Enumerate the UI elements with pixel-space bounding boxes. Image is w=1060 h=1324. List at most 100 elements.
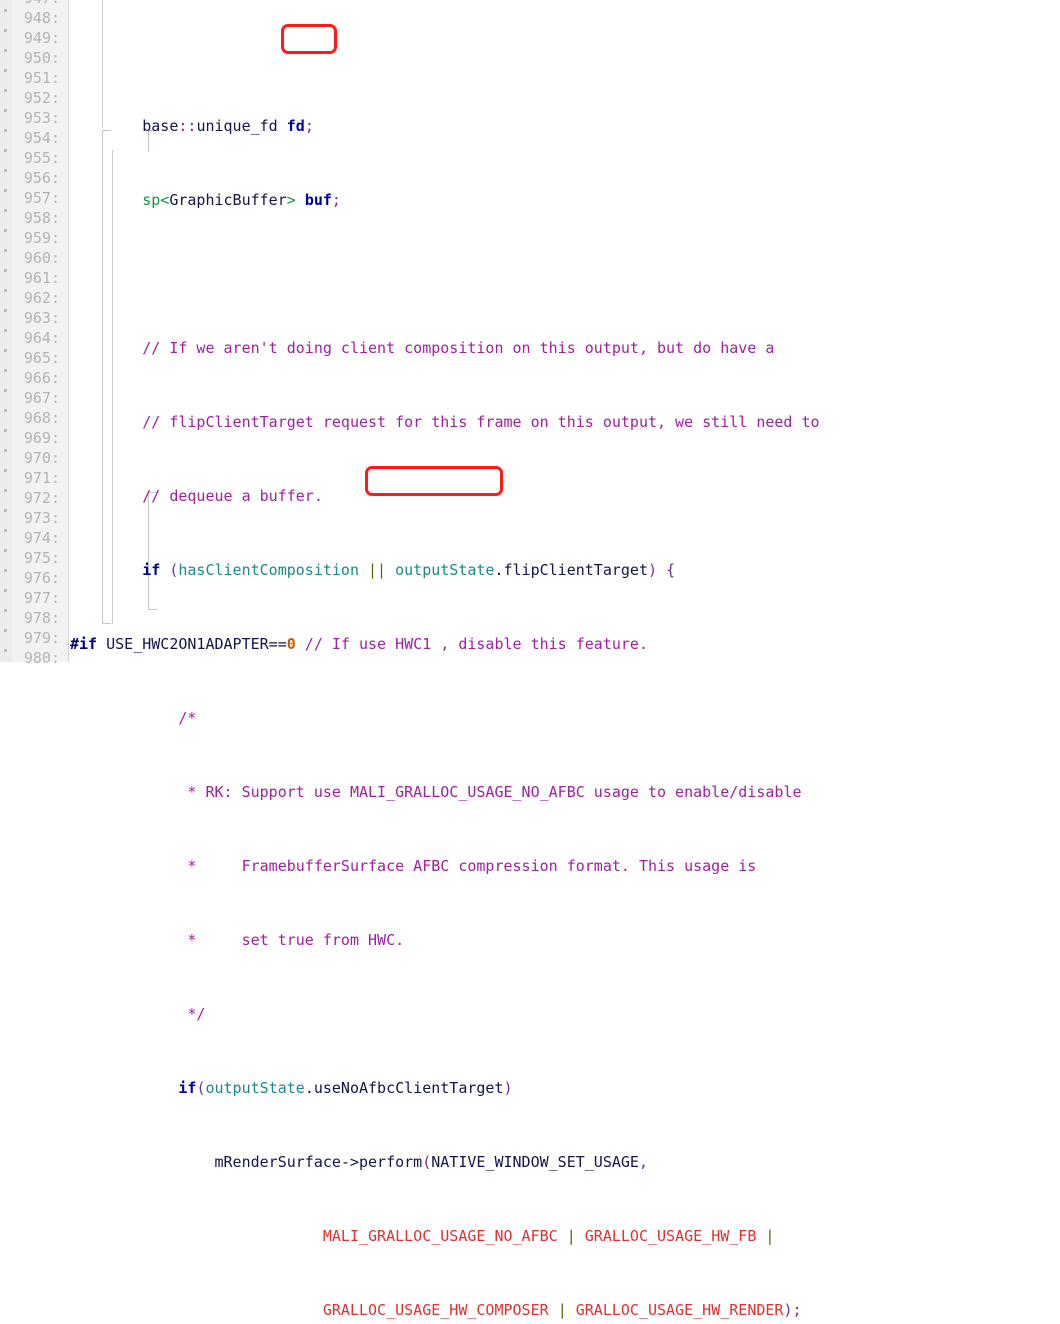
token-member: .useNoAfbcClientTarget xyxy=(304,1079,504,1097)
line-number: 950: xyxy=(23,49,60,67)
token-comment: // If use HWC1 , disable this feature. xyxy=(295,635,648,653)
line-number: 949: xyxy=(23,29,60,47)
token-operator: | xyxy=(765,1227,775,1245)
line-number: 952: xyxy=(23,89,60,107)
line-number: 948: xyxy=(23,9,60,27)
line-number: 955: xyxy=(23,149,60,167)
code-line[interactable]: * set true from HWC. xyxy=(70,930,1060,950)
token-keyword-if: if xyxy=(178,1079,197,1097)
line-number: 978: xyxy=(23,609,60,627)
code-line[interactable]: if(outputState.useNoAfbcClientTarget) xyxy=(70,1078,1060,1098)
line-number: 973: xyxy=(23,509,60,527)
code-line[interactable]: * RK: Support use MALI_GRALLOC_USAGE_NO_… xyxy=(70,782,1060,802)
line-number: 956: xyxy=(23,169,60,187)
token-variable: outputState xyxy=(205,1079,305,1097)
token-brace: { xyxy=(666,561,676,579)
token-comment: /* xyxy=(70,709,197,727)
token-punct: ); xyxy=(783,1301,802,1319)
code-line[interactable]: base::unique_fd fd; xyxy=(70,116,1060,136)
token-operator: || xyxy=(368,561,387,579)
line-number: 959: xyxy=(23,229,60,247)
code-line[interactable]: MALI_GRALLOC_USAGE_NO_AFBC | GRALLOC_USA… xyxy=(70,1226,1060,1246)
token-identifier: USE_HWC2ON1ADAPTER== xyxy=(97,635,287,653)
token-identifier: base xyxy=(70,117,179,135)
token-variable: outputState xyxy=(395,561,495,579)
code-line[interactable]: sp<GraphicBuffer> buf; xyxy=(70,190,1060,210)
line-number: 974: xyxy=(23,529,60,547)
code-line[interactable]: /* xyxy=(70,708,1060,728)
token-comment: // If we aren't doing client composition… xyxy=(70,339,775,357)
token-number: 0 xyxy=(286,635,296,653)
token-punct: , xyxy=(638,1153,648,1171)
line-number: 964: xyxy=(23,329,60,347)
token-constant: GRALLOC_USAGE_HW_COMPOSER xyxy=(322,1301,549,1319)
line-number: 977: xyxy=(23,589,60,607)
line-number: 957: xyxy=(23,189,60,207)
code-line[interactable]: // If we aren't doing client composition… xyxy=(70,338,1060,358)
line-number: 975: xyxy=(23,549,60,567)
line-number: 972: xyxy=(23,489,60,507)
line-number: 966: xyxy=(23,369,60,387)
token-member: .flipClientTarget xyxy=(494,561,648,579)
token-constant: MALI_GRALLOC_USAGE_NO_AFBC xyxy=(322,1227,558,1245)
token-punct: ) xyxy=(648,561,658,579)
token-comment: // dequeue a buffer. xyxy=(70,487,323,505)
line-number: 958: xyxy=(23,209,60,227)
line-number: 976: xyxy=(23,569,60,587)
token-variable: hasClientComposition xyxy=(178,561,359,579)
token-constant: GRALLOC_USAGE_HW_RENDER xyxy=(575,1301,784,1319)
token-operator: | xyxy=(566,1227,576,1245)
token-identifier: GraphicBuffer xyxy=(169,191,287,209)
code-content[interactable]: base::unique_fd fd; sp<GraphicBuffer> bu… xyxy=(70,0,1060,1319)
line-number-list: 947: 948: 949: 950: 951: 952: 953: 954: … xyxy=(0,0,62,668)
token-keyword-if: if xyxy=(142,561,161,579)
token-comment: * set true from HWC. xyxy=(70,931,405,949)
token-punct: ; xyxy=(304,117,314,135)
code-line[interactable]: mRenderSurface->perform(NATIVE_WINDOW_SE… xyxy=(70,1152,1060,1172)
token-punct: :: xyxy=(178,117,197,135)
line-number: 961: xyxy=(23,269,60,287)
line-number: 971: xyxy=(23,469,60,487)
line-number: 960: xyxy=(23,249,60,267)
token-comment: */ xyxy=(70,1005,206,1023)
line-number-gutter: 947: 948: 949: 950: 951: 952: 953: 954: … xyxy=(0,0,69,667)
code-line[interactable]: #if USE_HWC2ON1ADAPTER==0 // If use HWC1… xyxy=(70,634,1060,654)
code-editor[interactable]: 947: 948: 949: 950: 951: 952: 953: 954: … xyxy=(0,0,1060,1319)
code-line[interactable] xyxy=(70,264,1060,284)
token-identifier: mRenderSurface->perform xyxy=(70,1153,423,1171)
token-punct: ) xyxy=(503,1079,513,1097)
token-variable: fd xyxy=(286,117,305,135)
line-number: 980: xyxy=(23,649,60,667)
line-number: 979: xyxy=(23,629,60,647)
line-number: 965: xyxy=(23,349,60,367)
line-number: 970: xyxy=(23,449,60,467)
line-number: 962: xyxy=(23,289,60,307)
token-comment: * FramebufferSurface AFBC compression fo… xyxy=(70,857,757,875)
token-type: > xyxy=(286,191,296,209)
line-number: 963: xyxy=(23,309,60,327)
code-line[interactable]: GRALLOC_USAGE_HW_COMPOSER | GRALLOC_USAG… xyxy=(70,1300,1060,1320)
token-comment: // flipClientTarget request for this fra… xyxy=(70,413,820,431)
code-line[interactable]: * FramebufferSurface AFBC compression fo… xyxy=(70,856,1060,876)
token-preprocessor: #if xyxy=(70,635,98,653)
token-punct: ( xyxy=(196,1079,206,1097)
line-number: 954: xyxy=(23,129,60,147)
code-line[interactable]: */ xyxy=(70,1004,1060,1024)
token-comment: * RK: Support use MALI_GRALLOC_USAGE_NO_… xyxy=(70,783,802,801)
code-line[interactable]: // dequeue a buffer. xyxy=(70,486,1060,506)
token-punct: ( xyxy=(422,1153,432,1171)
token-type: sp< xyxy=(70,191,170,209)
token-punct: ; xyxy=(331,191,341,209)
code-line[interactable]: if (hasClientComposition || outputState.… xyxy=(70,560,1060,580)
line-number: 967: xyxy=(23,389,60,407)
line-number: 968: xyxy=(23,409,60,427)
line-number: 969: xyxy=(23,429,60,447)
line-number: 951: xyxy=(23,69,60,87)
token-operator: | xyxy=(557,1301,567,1319)
code-line[interactable] xyxy=(70,54,1060,62)
code-line[interactable]: // flipClientTarget request for this fra… xyxy=(70,412,1060,432)
token-identifier: unique_fd xyxy=(196,117,287,135)
token-variable-buf: buf xyxy=(304,191,332,209)
line-number: 947: xyxy=(0,0,62,8)
token-constant: GRALLOC_USAGE_HW_FB xyxy=(584,1227,757,1245)
